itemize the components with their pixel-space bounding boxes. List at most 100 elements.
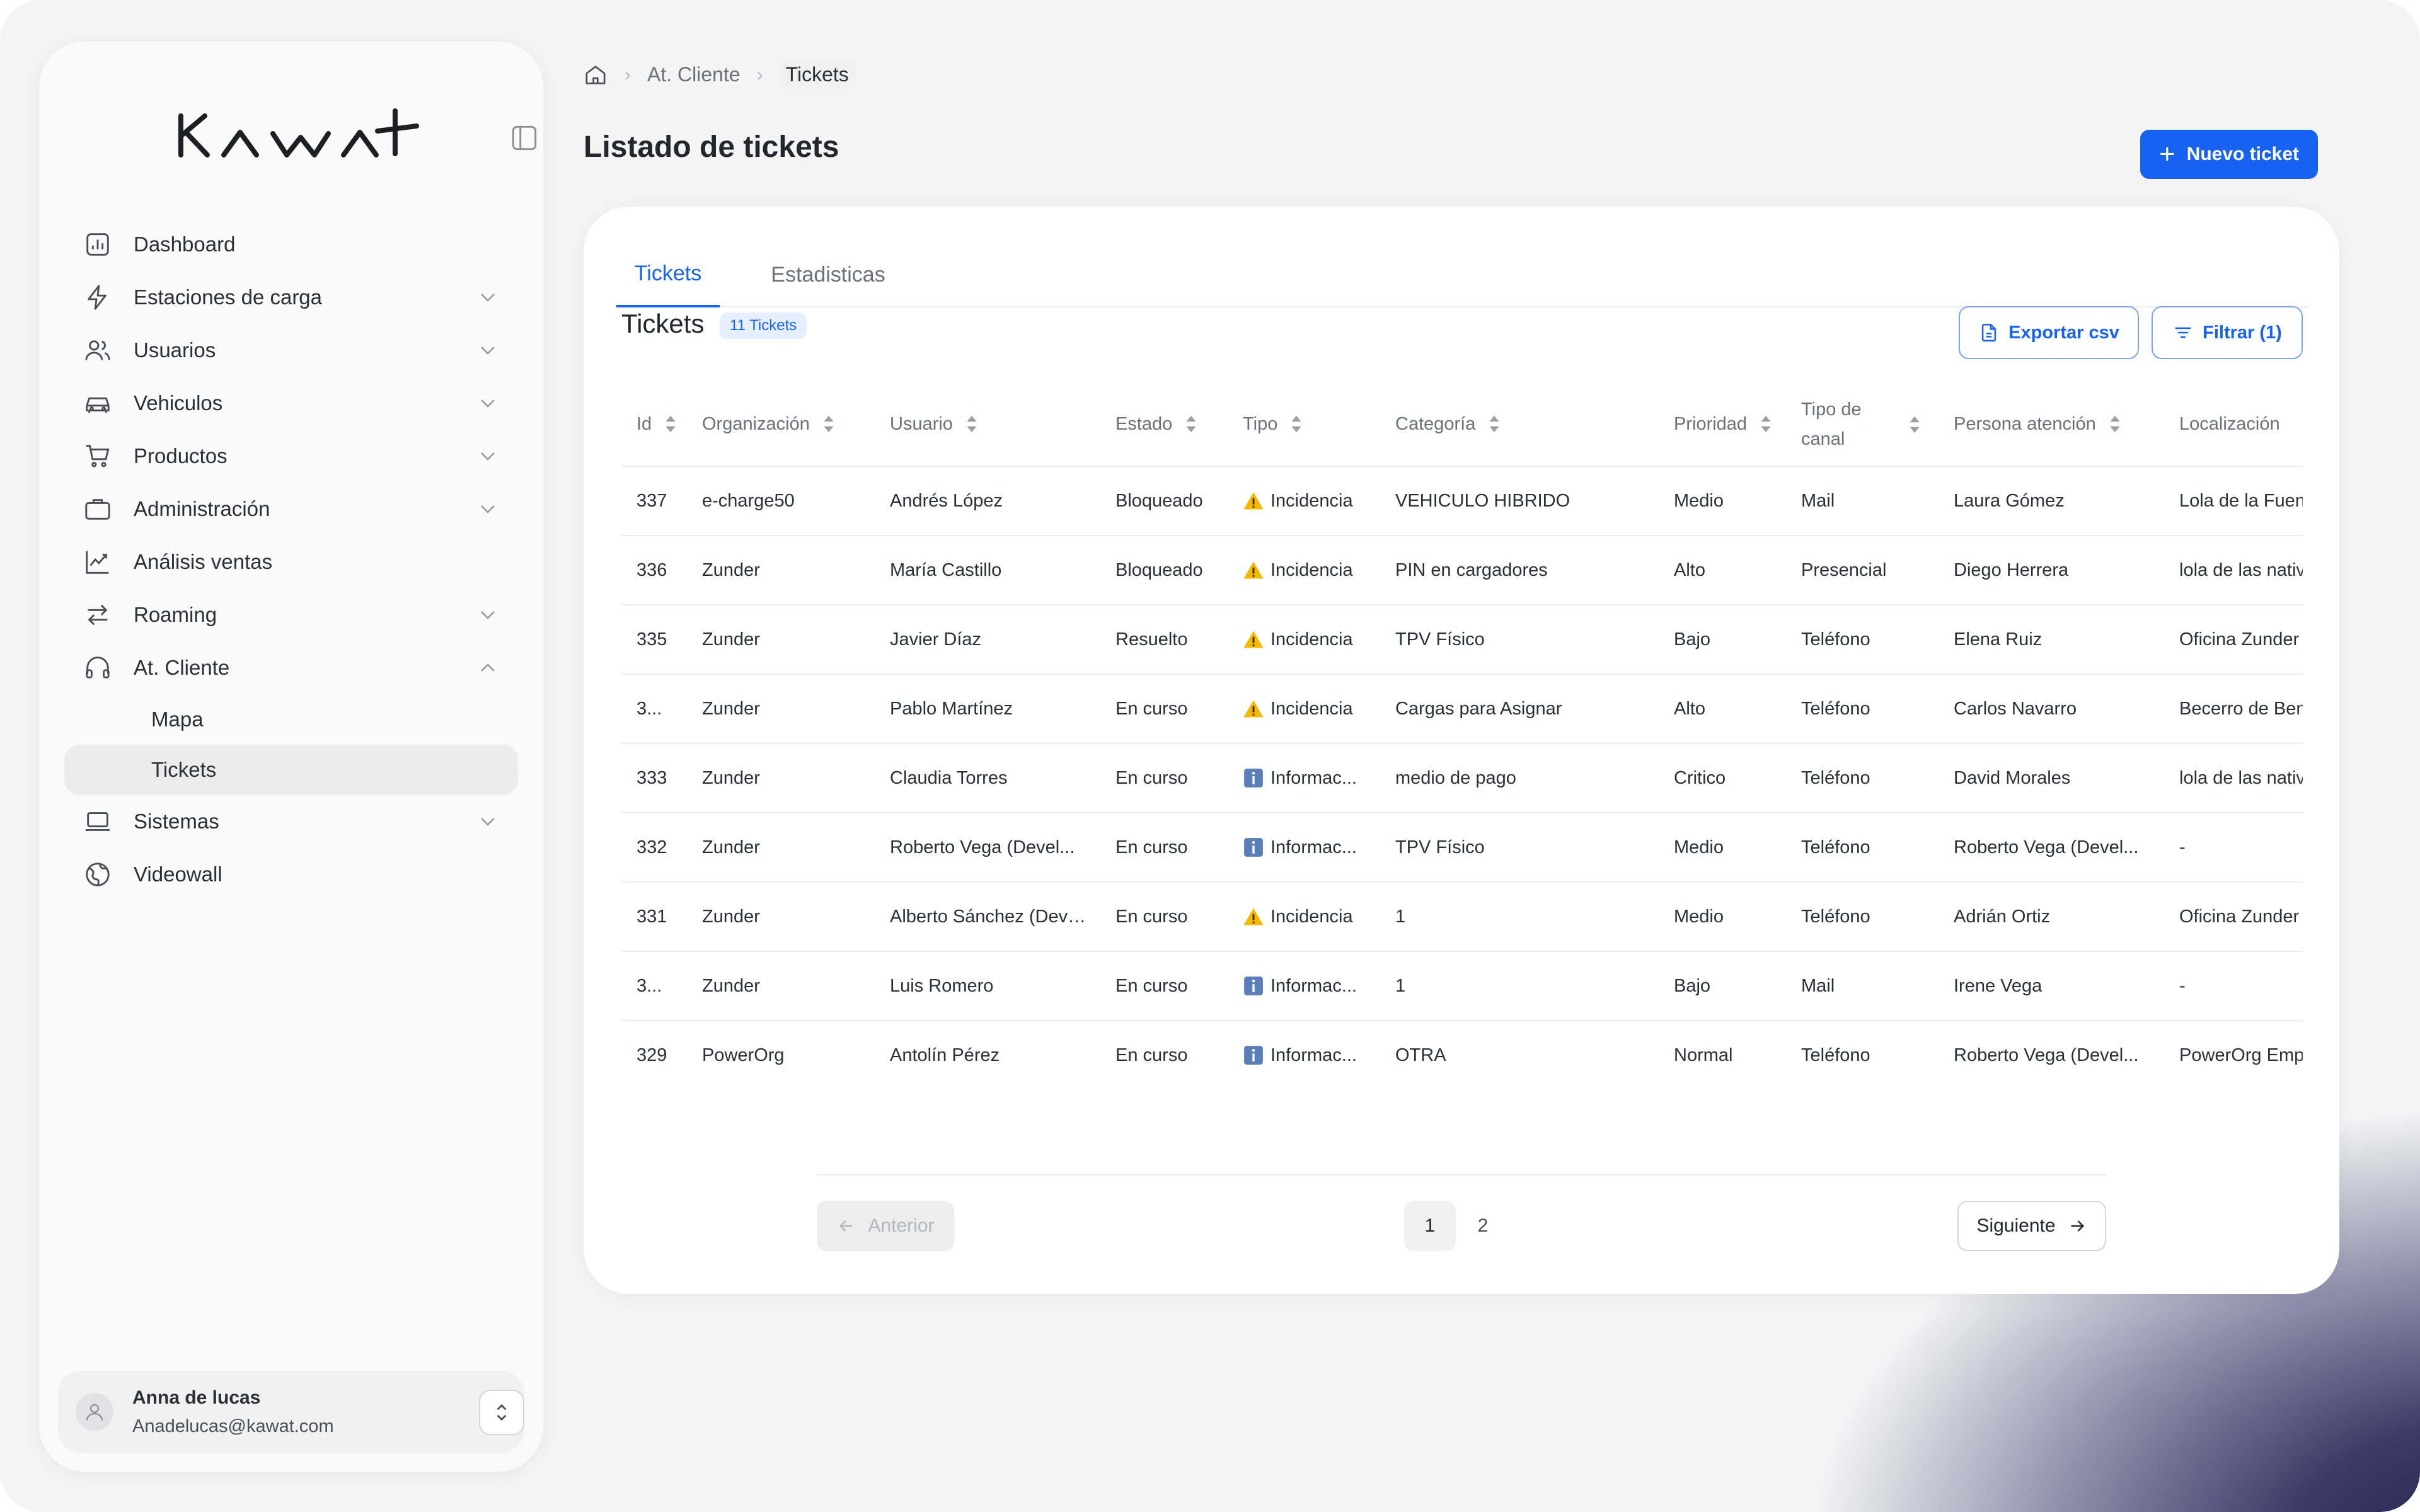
filter-label: Filtrar (1) [2203,322,2282,343]
cell-organizacion: Zunder [687,951,875,1021]
table-row[interactable]: 329 PowerOrg Antolín Pérez En curso Informac… [621,1020,2303,1082]
column-header-categoria[interactable]: Categoría [1380,383,1659,466]
sidebar-item-roaming[interactable]: Roaming [64,588,518,641]
table-row[interactable]: 337 e-charge50 Andrés López Bloqueado Incide… [621,466,2303,536]
sidebar-item-usuarios[interactable]: Usuarios [64,324,518,377]
tab-tickets[interactable]: Tickets [616,242,720,307]
sidebar-item-administracion[interactable]: Administración [64,483,518,536]
chevron-down-icon [475,285,500,310]
bar-chart-icon [82,229,113,260]
cell-id: 336 [621,535,687,605]
kawat-logo[interactable] [175,92,452,168]
table-row[interactable]: 335 Zunder Javier Díaz Resuelto Incidencia TP… [621,604,2303,674]
cell-tipo: Informac... [1228,1020,1380,1082]
new-ticket-button[interactable]: + Nuevo ticket [2140,130,2318,179]
cell-id: 335 [621,604,687,674]
sidebar-subitem-tickets[interactable]: Tickets [64,745,518,795]
info-icon [1243,837,1264,858]
cell-prioridad: Alto [1659,673,1786,743]
table-row[interactable]: 3... Zunder Luis Romero En curso Informac...… [621,951,2303,1021]
sidebar-nav: Dashboard Estaciones de carga Usuarios V… [64,218,518,901]
filter-button[interactable]: Filtrar (1) [2152,306,2303,359]
globe-icon [82,859,113,890]
file-icon [1981,323,1997,342]
cell-usuario: Andrés López [875,466,1100,536]
user-email: Anadelucas@kawat.com [132,1416,334,1436]
cell-usuario: María Castillo [875,535,1100,605]
column-header-tipo[interactable]: Tipo [1228,383,1380,466]
tickets-table-wrapper[interactable]: Id Organización Usuario Estado Tipo Cate… [621,383,2303,1082]
logo-mark-icon [178,108,419,158]
cell-estado: En curso [1100,673,1228,743]
cell-tipo-canal: Teléfono [1786,881,1939,951]
sidebar-item-vehiculos[interactable]: Vehiculos [64,377,518,430]
cart-icon [82,440,113,472]
tab-estadisticas[interactable]: Estadisticas [740,242,916,307]
sidebar-item-dashboard[interactable]: Dashboard [64,218,518,271]
user-menu-button[interactable] [479,1390,524,1435]
cell-usuario: Antolín Pérez [875,1020,1100,1082]
car-icon [82,387,113,419]
column-header-tipo-canal[interactable]: Tipo de canal [1786,383,1939,466]
sidebar-item-productos[interactable]: Productos [64,430,518,483]
table-row[interactable]: 3... Zunder Pablo Martínez En curso Incidenc… [621,673,2303,743]
cell-tipo: Informac... [1228,743,1380,813]
column-header-persona[interactable]: Persona atención [1939,383,2164,466]
column-header-usuario[interactable]: Usuario [875,383,1100,466]
sidebar-item-estaciones[interactable]: Estaciones de carga [64,271,518,324]
cell-categoria: 1 [1380,881,1659,951]
page-2-button[interactable]: 2 [1457,1201,1509,1251]
cell-tipo: Incidencia [1228,673,1380,743]
cell-id: 329 [621,1020,687,1082]
column-header-id[interactable]: Id [621,383,687,466]
chevron-down-icon [475,602,500,627]
swap-icon [82,599,113,631]
table-row[interactable]: 332 Zunder Roberto Vega (Devel... En curso I… [621,812,2303,882]
sidebar-collapse-button[interactable] [509,122,540,154]
laptop-icon [82,806,113,837]
briefcase-icon [82,493,113,525]
tabs: Tickets Estadisticas [616,242,2309,307]
table-row[interactable]: 336 Zunder María Castillo Bloqueado Incidenc… [621,535,2303,605]
sidebar-item-analisis-ventas[interactable]: Análisis ventas [64,536,518,588]
cell-organizacion: Zunder [687,881,875,951]
column-header-estado[interactable]: Estado [1100,383,1228,466]
table-row[interactable]: 333 Zunder Claudia Torres En curso Informac.… [621,743,2303,813]
cell-usuario: Roberto Vega (Devel... [875,812,1100,882]
export-csv-button[interactable]: Exportar csv [1959,306,2139,359]
cell-estado: En curso [1100,951,1228,1021]
cell-categoria: TPV Físico [1380,812,1659,882]
headphones-icon [82,652,113,684]
sidebar: Dashboard Estaciones de carga Usuarios V… [39,42,543,1472]
chevron-down-icon [475,391,500,416]
page-1-button[interactable]: 1 [1404,1201,1456,1251]
sidebar-item-videowall[interactable]: Videowall [64,848,518,901]
column-header-localizacion[interactable]: Localización [2164,383,2303,466]
cell-categoria: medio de pago [1380,743,1659,813]
cell-localizacion: Oficina Zunder [2164,881,2303,951]
column-header-organizacion[interactable]: Organización [687,383,875,466]
user-name: Anna de lucas [132,1387,261,1408]
sidebar-subitem-mapa[interactable]: Mapa [64,694,518,745]
cell-persona: Carlos Navarro [1939,673,2164,743]
cell-tipo-canal: Presencial [1786,535,1939,605]
previous-page-button[interactable]: Anterior [817,1201,954,1251]
home-icon[interactable] [583,62,608,88]
user-card: Anna de lucas Anadelucas@kawat.com [58,1371,524,1453]
warning-icon [1243,559,1264,581]
cell-id: 332 [621,812,687,882]
tickets-count-badge: 11 Tickets [720,312,807,339]
chevron-down-icon [475,809,500,834]
arrow-left-icon [839,1220,853,1232]
breadcrumb-item-at-cliente[interactable]: At. Cliente [647,63,740,86]
new-ticket-label: Nuevo ticket [2186,144,2300,164]
column-header-prioridad[interactable]: Prioridad [1659,383,1786,466]
cell-prioridad: Alto [1659,535,1786,605]
table-row[interactable]: 331 Zunder Alberto Sánchez (Devel)... En cu… [621,881,2303,951]
sidebar-item-sistemas[interactable]: Sistemas [64,795,518,848]
cell-estado: En curso [1100,1020,1228,1082]
sidebar-item-at-cliente[interactable]: At. Cliente [64,641,518,694]
avatar[interactable] [76,1393,113,1431]
sidebar-item-label: Roaming [134,603,217,626]
next-page-button[interactable]: Siguiente [1957,1201,2106,1251]
